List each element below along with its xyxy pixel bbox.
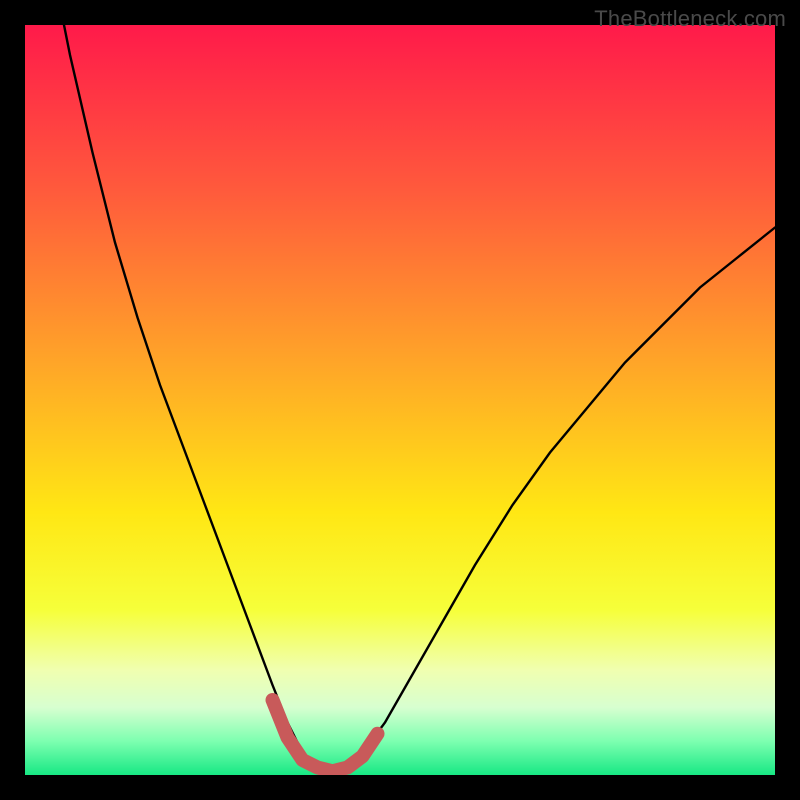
watermark-text: TheBottleneck.com xyxy=(594,6,786,32)
chart-container: TheBottleneck.com xyxy=(0,0,800,800)
gradient-background xyxy=(25,25,775,775)
bottleneck-chart xyxy=(25,25,775,775)
